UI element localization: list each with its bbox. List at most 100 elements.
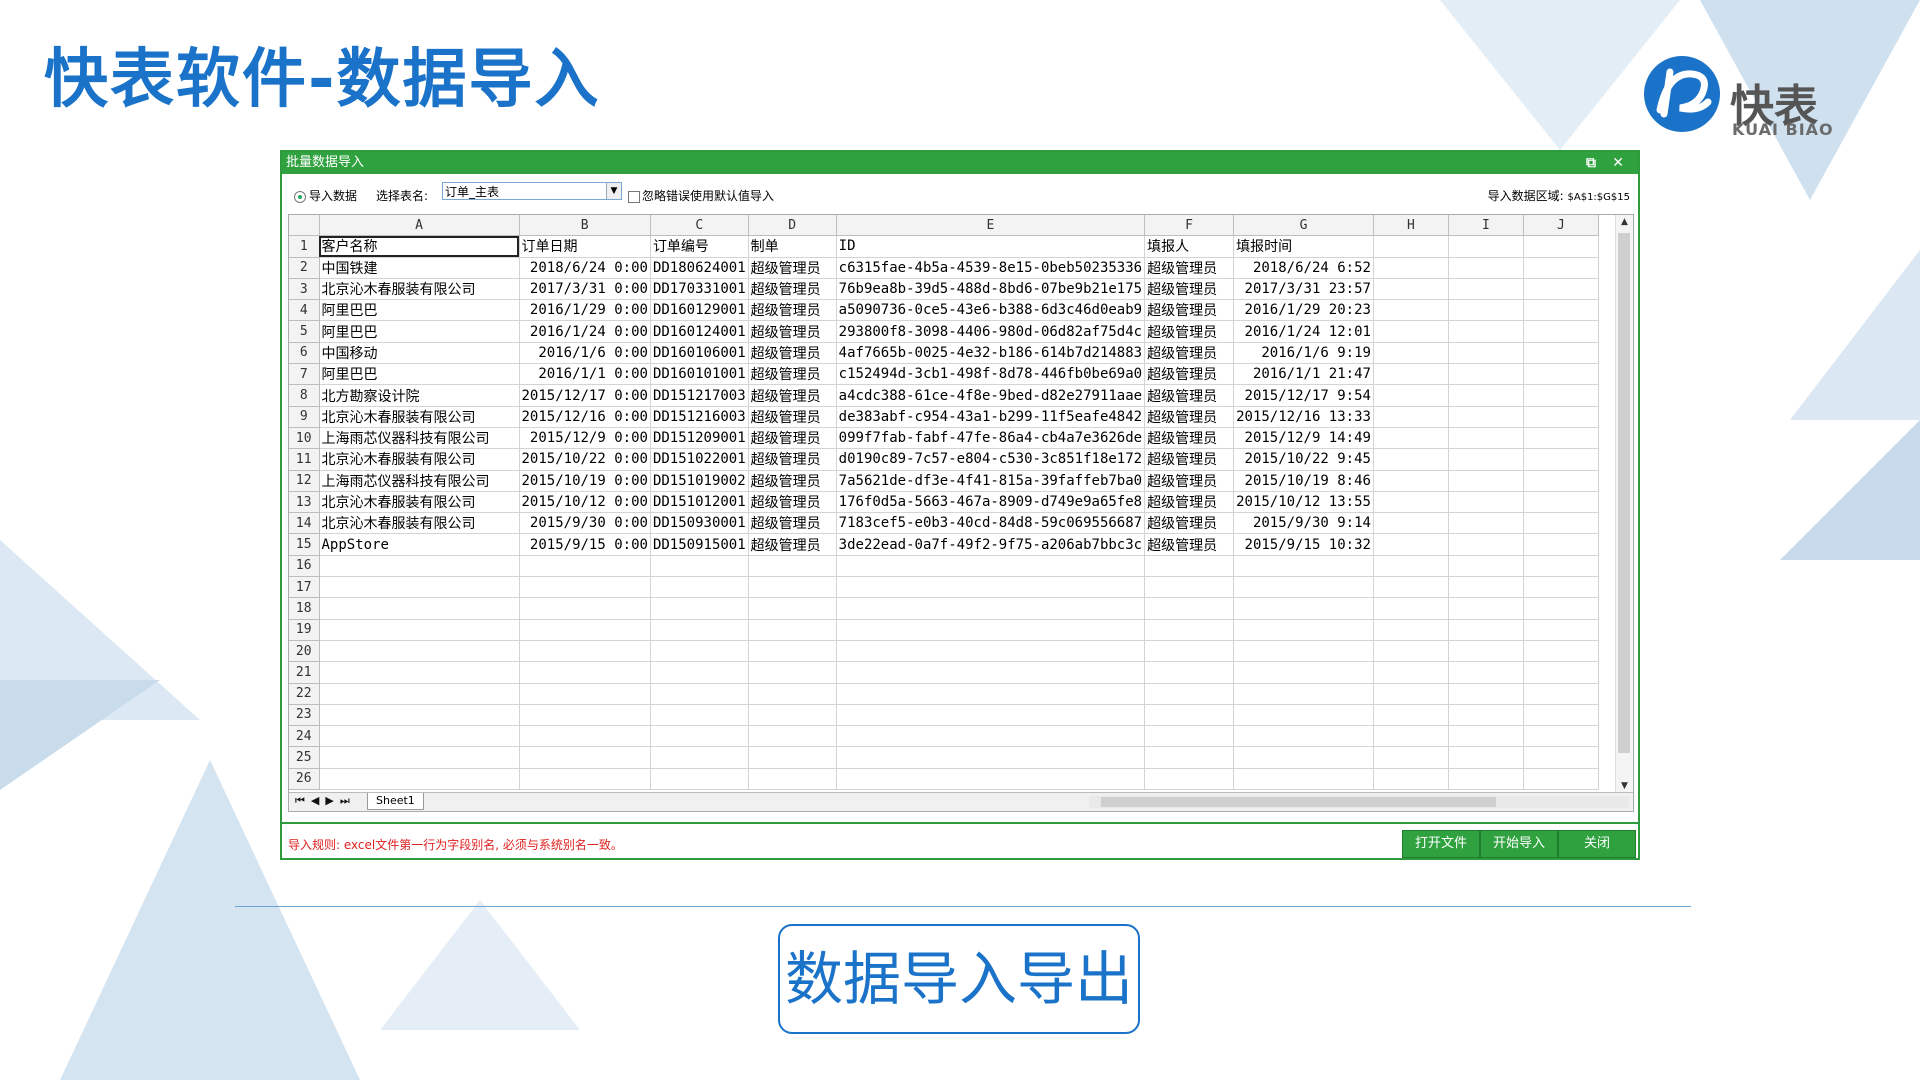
cell[interactable] [1144,661,1235,684]
cell[interactable] [1523,768,1599,791]
row-header[interactable]: 22 [289,683,320,705]
cell[interactable] [1448,640,1524,663]
cell[interactable] [1448,533,1524,556]
cell[interactable]: 超级管理员 [1144,320,1235,343]
cell[interactable]: a4cdc388-61ce-4f8e-9bed-d82e27911aae [836,384,1146,407]
cell[interactable] [1448,299,1524,322]
cell[interactable] [519,619,651,641]
cell[interactable] [1523,746,1599,769]
cell[interactable]: 176f0d5a-5663-467a-8909-d749e9a65fe8 [836,491,1146,514]
cell[interactable]: 2015/12/16 13:33 [1233,406,1374,428]
cell[interactable] [1373,640,1449,663]
cell[interactable] [1373,768,1449,791]
cell[interactable]: 超级管理员 [1144,257,1235,279]
cell[interactable] [1523,448,1599,471]
cell[interactable] [836,704,1146,727]
cell[interactable]: 北京沁木春服装有限公司 [319,491,520,514]
cell[interactable]: 2015/9/30 0:00 [519,512,651,535]
cell[interactable] [1144,619,1235,641]
cell[interactable] [1523,704,1599,727]
cell[interactable] [1523,597,1599,620]
row-header[interactable]: 2 [289,257,320,279]
column-header-j[interactable]: J [1523,215,1599,237]
row-header[interactable]: 18 [289,597,320,620]
cell[interactable] [1448,725,1524,748]
cell[interactable]: 2018/6/24 0:00 [519,257,651,279]
cell[interactable]: 2015/12/9 0:00 [519,427,651,450]
cell[interactable] [748,704,837,727]
cell[interactable]: DD160124001 [650,320,749,343]
cell[interactable]: d0190c89-7c57-e804-c530-3c851f18e172 [836,448,1146,471]
cell[interactable] [1233,683,1374,705]
close-icon[interactable]: ✕ [1612,152,1624,174]
cell[interactable] [1373,235,1449,258]
cell[interactable] [1373,704,1449,727]
cell[interactable] [1523,406,1599,428]
cell[interactable]: 超级管理员 [748,278,837,301]
cell[interactable] [748,661,837,684]
cell[interactable] [319,640,520,663]
cell[interactable] [519,683,651,705]
start-import-button[interactable]: 开始导入 [1480,830,1558,858]
ignore-errors-checkbox[interactable]: 忽略错误使用默认值导入 [628,187,774,204]
cell[interactable]: 3de22ead-0a7f-49f2-9f75-a206ab7bbc3c [836,533,1146,556]
cell[interactable] [1373,427,1449,450]
cell[interactable]: 2016/1/6 0:00 [519,342,651,365]
cell[interactable]: 2016/1/6 9:19 [1233,342,1374,365]
scroll-down-icon[interactable]: ▼ [1616,781,1633,791]
cell[interactable] [1233,768,1374,791]
cell[interactable]: 超级管理员 [1144,470,1235,492]
cell[interactable]: 订单编号 [650,235,749,258]
cell[interactable] [748,746,837,769]
cell[interactable] [519,661,651,684]
cell[interactable] [1373,342,1449,365]
cell[interactable] [1373,257,1449,279]
cell[interactable] [1523,576,1599,599]
cell[interactable] [836,768,1146,791]
cell[interactable]: 填报时间 [1233,235,1374,258]
cell[interactable]: 超级管理员 [748,427,837,450]
cell[interactable] [1144,597,1235,620]
cell[interactable] [1233,597,1374,620]
sheet-nav-icons[interactable]: ⏮◀▶⏭ [295,794,356,808]
cell[interactable]: 超级管理员 [748,363,837,386]
cell[interactable] [1523,235,1599,258]
cell[interactable] [1523,725,1599,748]
cell[interactable] [1144,704,1235,727]
vertical-scrollbar[interactable]: ▲ ▼ [1615,215,1633,793]
cell[interactable] [836,683,1146,705]
cell[interactable] [650,555,749,578]
cell[interactable]: 超级管理员 [748,320,837,343]
cell[interactable]: 2015/12/17 0:00 [519,384,651,407]
cell[interactable] [519,725,651,748]
row-header[interactable]: 19 [289,619,320,641]
cell[interactable] [1373,299,1449,322]
row-header[interactable]: 26 [289,768,320,791]
cell[interactable] [748,576,837,599]
cell[interactable] [519,704,651,727]
cell[interactable]: 超级管理员 [1144,491,1235,514]
cell[interactable] [319,768,520,791]
cell[interactable] [1523,299,1599,322]
cell[interactable]: 2018/6/24 6:52 [1233,257,1374,279]
row-header[interactable]: 11 [289,448,320,471]
cell[interactable] [748,597,837,620]
import-data-radio[interactable]: 导入数据 [294,187,357,204]
cell[interactable] [836,555,1146,578]
cell[interactable] [1373,491,1449,514]
column-header-d[interactable]: D [748,215,837,237]
cell[interactable]: DD160106001 [650,342,749,365]
cell[interactable]: DD151012001 [650,491,749,514]
cell[interactable] [650,640,749,663]
cell[interactable] [1144,768,1235,791]
cell[interactable]: 2015/10/12 13:55 [1233,491,1374,514]
table-name-select[interactable]: 订单_主表 ▼ [442,182,622,200]
cell[interactable] [1448,491,1524,514]
cell[interactable] [748,768,837,791]
row-header[interactable]: 8 [289,384,320,407]
cell[interactable] [1448,576,1524,599]
cell[interactable] [836,746,1146,769]
cell[interactable] [1448,427,1524,450]
cell[interactable] [1523,619,1599,641]
cell[interactable] [650,619,749,641]
